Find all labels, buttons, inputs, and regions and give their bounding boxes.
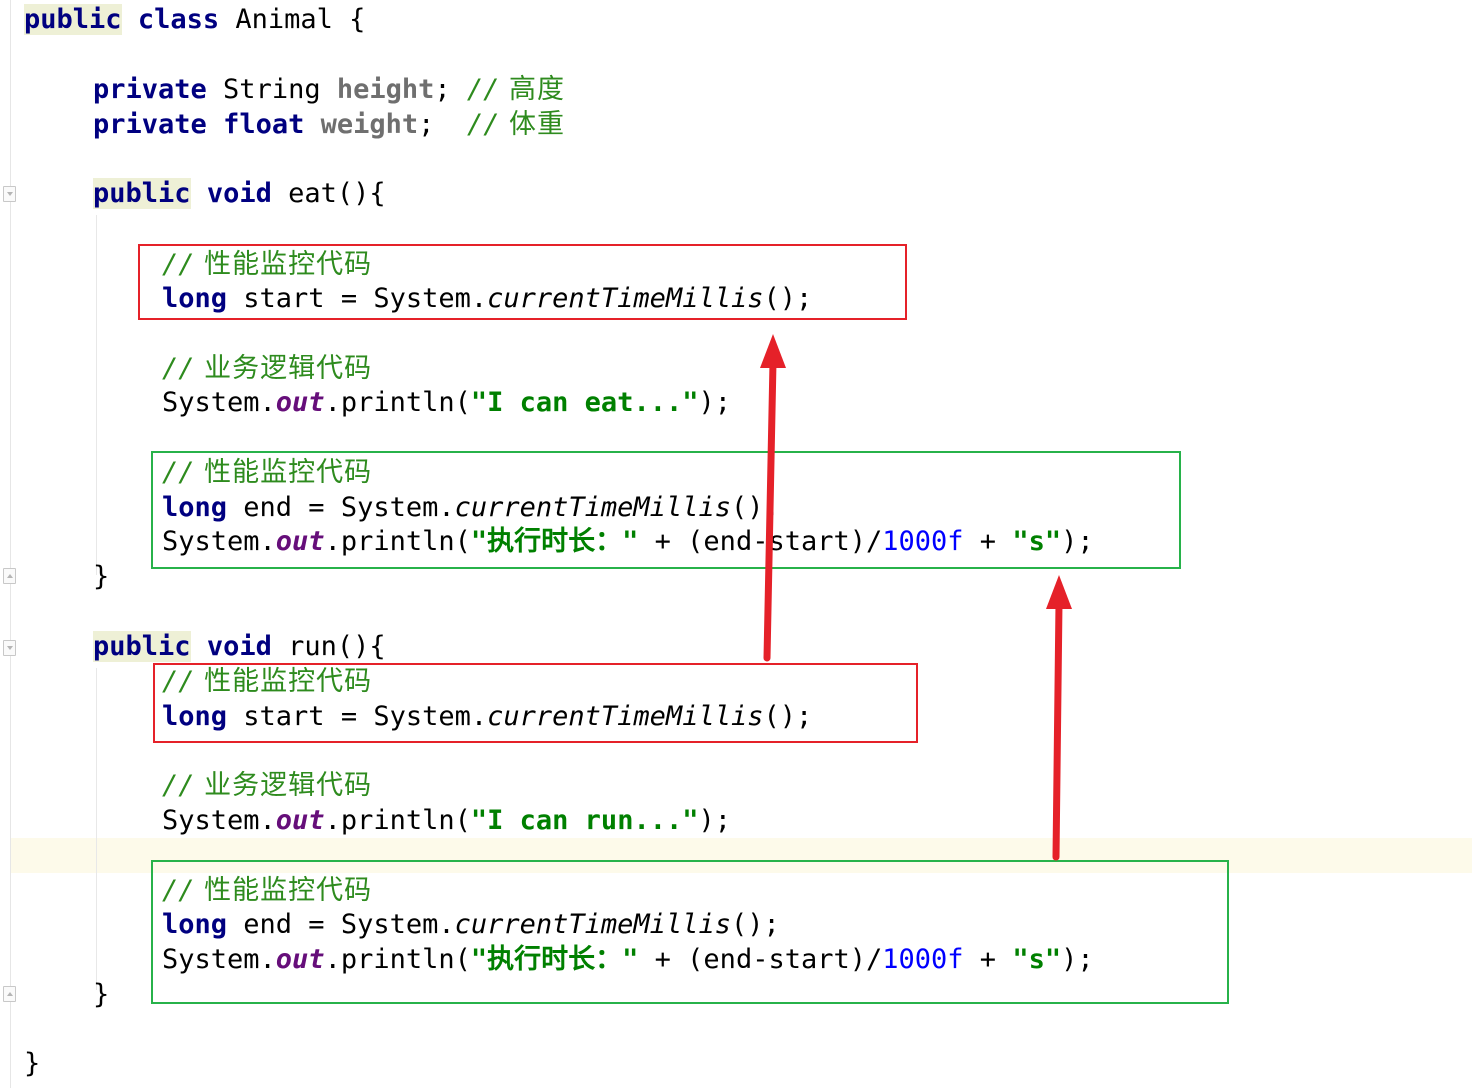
arrow-up-icon bbox=[760, 334, 786, 662]
arrow-up-icon bbox=[1046, 575, 1072, 861]
annotation-arrows bbox=[760, 334, 1072, 861]
